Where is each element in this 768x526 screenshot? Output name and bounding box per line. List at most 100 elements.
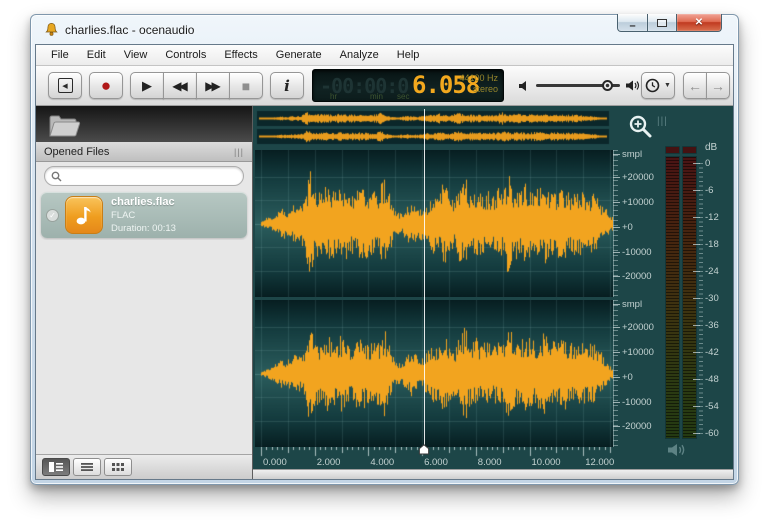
time-display: -00:00:0 6.058 44100 Hz stereo hr min se… (312, 69, 504, 102)
time-tick-label: 8.000 (478, 457, 502, 468)
folder-icon[interactable] (48, 112, 82, 138)
amp-tick-label: smpl (622, 149, 642, 160)
volume-control (518, 79, 641, 92)
time-tick-label: 4.000 (370, 457, 394, 468)
playhead-marker[interactable] (418, 444, 430, 455)
skip-to-start-button[interactable]: ◀ (48, 72, 82, 99)
speaker-min-icon[interactable] (518, 80, 531, 92)
amp-tick-label: +0 (622, 372, 633, 383)
meter-drag-handle[interactable]: ||| (657, 116, 668, 127)
view-mode-toolbar (36, 454, 252, 479)
file-list-item[interactable]: ✓ charlies.flac FLAC Duration: 00:13 (41, 192, 247, 238)
time-tick-label: 6.000 (424, 457, 448, 468)
record-icon: ● (101, 77, 111, 94)
play-button[interactable]: ▶ (130, 72, 164, 99)
db-major-tick (693, 406, 700, 407)
menu-item-analyze[interactable]: Analyze (331, 47, 388, 63)
speaker-max-icon[interactable] (625, 79, 641, 92)
rewind-button[interactable]: ◀◀ (163, 72, 197, 99)
menu-item-effects[interactable]: Effects (215, 47, 266, 63)
time-tick-label: 2.000 (317, 457, 341, 468)
db-unit-label: dB (705, 142, 717, 153)
amp-tick-label: +20000 (622, 322, 654, 333)
amp-major-tick (613, 202, 620, 203)
sidebar-header (36, 106, 252, 142)
undo-back-button[interactable]: ← (683, 72, 707, 99)
stop-button[interactable]: ■ (229, 72, 263, 99)
info-icon: i (284, 77, 290, 95)
menu-item-view[interactable]: View (115, 47, 157, 63)
fast-forward-button[interactable]: ▶▶ (196, 72, 230, 99)
time-format-button[interactable]: ▼ (641, 72, 675, 99)
search-input[interactable] (66, 169, 237, 183)
db-major-tick (693, 325, 700, 326)
amp-major-tick (613, 377, 620, 378)
volume-slider[interactable] (536, 84, 620, 87)
db-major-tick (693, 244, 700, 245)
db-major-tick (693, 190, 700, 191)
waveform-channel-right[interactable] (255, 300, 613, 447)
opened-files-sidebar: Opened Files ||| ✓ (36, 106, 253, 479)
panel-drag-handle[interactable]: ||| (234, 147, 244, 157)
waveform-channel-left[interactable] (255, 150, 613, 297)
menu-item-edit[interactable]: Edit (78, 47, 115, 63)
amp-major-tick (613, 352, 620, 353)
time-ruler-ticks[interactable] (255, 447, 613, 457)
amp-tick-label: -10000 (622, 397, 652, 408)
amplitude-ruler-left: smpl+20000+10000+0-10000-20000 (613, 150, 663, 297)
search-box[interactable] (44, 166, 244, 186)
window-title: charlies.flac - ocenaudio (65, 23, 194, 37)
app-window: charlies.flac - ocenaudio – ✕ FileEditVi… (30, 14, 739, 485)
menu-item-help[interactable]: Help (388, 47, 429, 63)
monitor-speaker-icon[interactable] (667, 442, 689, 458)
info-button[interactable]: i (270, 72, 304, 99)
view-details-button[interactable] (42, 458, 70, 476)
bottom-frame-strip (253, 469, 733, 479)
level-meter-left (665, 156, 680, 439)
db-tick-label: -30 (705, 293, 719, 304)
waveform-panel: ||| smpl+20000+10000+0-10000-20000 smpl +… (253, 106, 733, 469)
db-tick-label: -6 (705, 185, 713, 196)
amplitude-ruler-right: smpl+20000+10000+0-10000-20000 (613, 300, 663, 447)
menu-item-generate[interactable]: Generate (267, 47, 331, 63)
close-button[interactable]: ✕ (676, 14, 722, 32)
menu-item-controls[interactable]: Controls (156, 47, 215, 63)
file-check-icon[interactable]: ✓ (46, 209, 59, 222)
amp-major-tick (613, 426, 620, 427)
file-name: charlies.flac (111, 196, 176, 209)
menu-bar: FileEditViewControlsEffectsGenerateAnaly… (36, 45, 733, 66)
search-row (36, 162, 252, 190)
rewind-icon: ◀◀ (172, 79, 187, 93)
db-tick-label: -24 (705, 266, 719, 277)
file-info: charlies.flac FLAC Duration: 00:13 (111, 196, 176, 235)
amp-tick-label: -20000 (622, 421, 652, 432)
amp-major-tick (613, 227, 620, 228)
zoom-in-icon[interactable] (627, 113, 653, 139)
view-list-button[interactable] (73, 458, 101, 476)
chevron-down-icon: ▼ (664, 82, 671, 89)
clip-indicator-right (682, 146, 697, 154)
panel-title-bar: Opened Files ||| (36, 142, 252, 162)
db-tick-label: -60 (705, 428, 719, 439)
view-grid-button[interactable] (104, 458, 132, 476)
db-major-tick (693, 352, 700, 353)
db-tick-label: -36 (705, 320, 719, 331)
maximize-button[interactable] (648, 14, 676, 32)
minimize-button[interactable]: – (617, 14, 648, 32)
amp-major-tick (613, 402, 620, 403)
amp-major-tick (613, 252, 620, 253)
volume-thumb[interactable] (602, 80, 613, 91)
stop-icon: ■ (242, 78, 250, 94)
record-button[interactable]: ● (89, 72, 123, 99)
titlebar[interactable]: charlies.flac - ocenaudio – ✕ (31, 15, 738, 44)
overview-waveform[interactable] (255, 109, 613, 146)
redo-forward-button[interactable]: → (706, 72, 730, 99)
amp-major-tick (613, 304, 620, 305)
music-note-icon (74, 204, 94, 226)
play-icon: ▶ (142, 78, 152, 94)
main-toolbar: ◀ ● ▶ ◀◀ ▶▶ ■ i -00:00:0 6.058 44100 Hz … (36, 66, 733, 106)
client-area: FileEditViewControlsEffectsGenerateAnaly… (35, 44, 734, 480)
search-icon (51, 171, 62, 182)
fast-forward-icon: ▶▶ (205, 79, 220, 93)
menu-item-file[interactable]: File (42, 47, 78, 63)
